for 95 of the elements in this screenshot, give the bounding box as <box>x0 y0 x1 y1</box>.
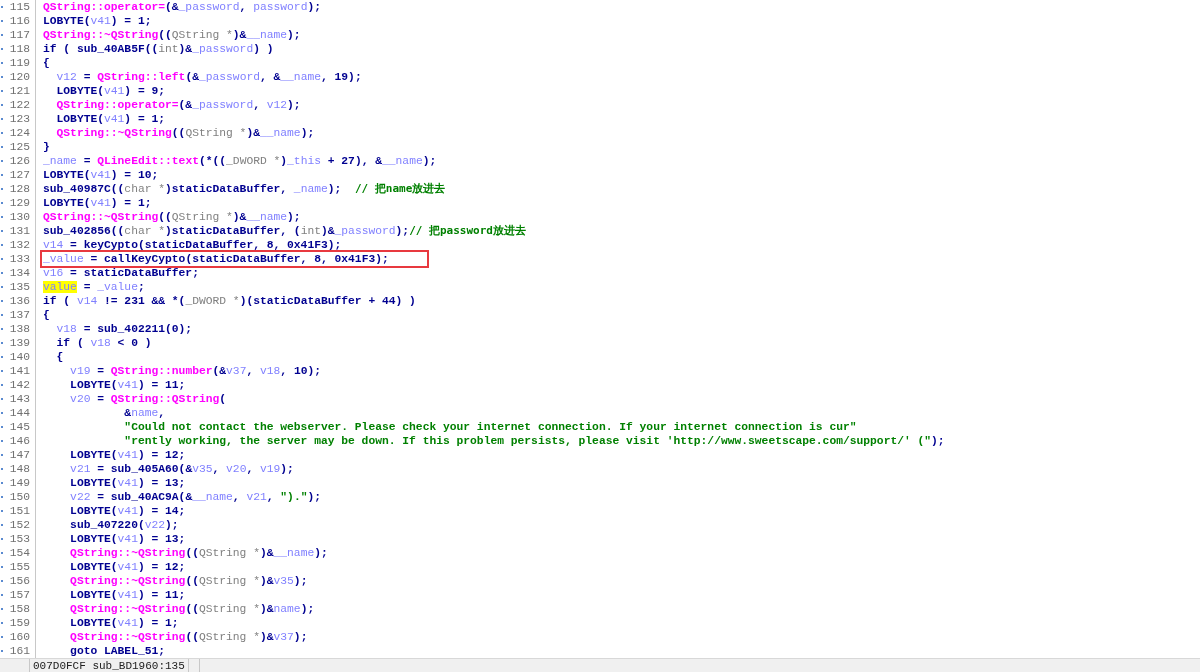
code-line: sub_402856((char *)staticDataBuffer, (int)&_password);// 把password放进去 <box>43 224 526 238</box>
line-number: 149 <box>9 476 31 490</box>
code-line: LOBYTE(v41) = 12; <box>69 448 186 462</box>
code-line: LOBYTE(v41) = 11; <box>69 588 186 602</box>
line-number: 142 <box>9 378 31 392</box>
line-number: 121 <box>9 84 31 98</box>
code-line: v12 = QString::left(&_password, &__name, 19); <box>55 70 362 84</box>
code-line: QString::operator=(&_password, password); <box>43 0 321 14</box>
line-number: 159 <box>9 616 31 630</box>
line-number: 120 <box>9 70 31 84</box>
line-number: 154 <box>9 546 31 560</box>
line-number: 136 <box>9 294 31 308</box>
code-line: LOBYTE(v41) = 12; <box>69 560 186 574</box>
code-line: sub_407220(v22); <box>69 518 179 532</box>
line-number: 133 <box>9 252 31 266</box>
code-line: LOBYTE(v41) = 1; <box>43 14 152 28</box>
code-line: v20 = QString::QString( <box>69 392 227 406</box>
line-number: 147 <box>9 448 31 462</box>
code-line: QString::operator=(&_password, v12); <box>55 98 301 112</box>
line-number: 150 <box>9 490 31 504</box>
code-line: LOBYTE(v41) = 14; <box>69 504 186 518</box>
code-line: LOBYTE(v41) = 10; <box>43 168 159 182</box>
line-number: 123 <box>9 112 31 126</box>
line-number: 135 <box>9 280 31 294</box>
code-line: v21 = sub_405A60(&v35, v20, v19); <box>69 462 294 476</box>
code-line: v16 = staticDataBuffer; <box>43 266 199 280</box>
line-number: 124 <box>9 126 31 140</box>
line-number: 140 <box>9 350 31 364</box>
line-number: 146 <box>9 434 31 448</box>
code-line: if ( v14 != 231 && *(_DWORD *)(staticDataBuffer + 44) ) <box>43 294 416 308</box>
code-line: QString::~QString((QString *)&__name); <box>43 210 301 224</box>
code-line: QString::~QString((QString *)&v35); <box>69 574 308 588</box>
line-number: 137 <box>9 308 31 322</box>
line-number: 127 <box>9 168 31 182</box>
line-number: 126 <box>9 154 31 168</box>
code-line: } <box>43 140 50 154</box>
line-number: 132 <box>9 238 31 252</box>
line-number: 143 <box>9 392 31 406</box>
line-number: 141 <box>9 364 31 378</box>
line-number: 116 <box>9 14 31 28</box>
code-line: if ( sub_40AB5F((int)&_password) ) <box>43 42 274 56</box>
line-number: 148 <box>9 462 31 476</box>
line-number: 131 <box>9 224 31 238</box>
code-line: QString::~QString((QString *)&name); <box>69 602 315 616</box>
code-line: LOBYTE(v41) = 9; <box>55 84 166 98</box>
line-number: 158 <box>9 602 31 616</box>
line-number: 151 <box>9 504 31 518</box>
code-line: if ( v18 < 0 ) <box>55 336 152 350</box>
code-line: sub_40987C((char *)staticDataBuffer, _name); // 把name放进去 <box>43 182 446 196</box>
code-line: QString::~QString((QString *)&__name); <box>43 28 301 42</box>
line-number: 129 <box>9 196 31 210</box>
status-location: 007D0FCF sub_BD1960:135 <box>29 659 189 672</box>
line-number: 125 <box>9 140 31 154</box>
line-number: 117 <box>9 28 31 42</box>
line-number: 160 <box>9 630 31 644</box>
code-line: goto LABEL_51; <box>69 644 166 658</box>
code-line: { <box>43 308 50 322</box>
line-number: 118 <box>9 42 31 56</box>
code-line: QString::~QString((QString *)&__name); <box>69 546 328 560</box>
line-number: 153 <box>9 532 31 546</box>
code-line: v18 = sub_402211(0); <box>55 322 193 336</box>
code-line: v22 = sub_40AC9A(&__name, v21, ")."); <box>69 490 321 504</box>
code-line: "rently working, the server may be down. If this problem persists, please visit 'http://www.sweetscape.com/support/' ("); <box>123 434 945 448</box>
code-line: v19 = QString::number(&v37, v18, 10); <box>69 364 321 378</box>
code-line: v14 = keyCypto(staticDataBuffer, 8, 0x41F3); <box>43 238 342 252</box>
line-number: 152 <box>9 518 31 532</box>
code-line: LOBYTE(v41) = 13; <box>69 476 186 490</box>
line-number: 138 <box>9 322 31 336</box>
code-line: "Could not contact the webserver. Please check your internet connection. If your internet connection is cur" <box>123 420 857 434</box>
code-line: LOBYTE(v41) = 1; <box>43 196 152 210</box>
line-number: 122 <box>9 98 31 112</box>
line-number: 115 <box>9 0 31 14</box>
line-number: 157 <box>9 588 31 602</box>
line-number: 155 <box>9 560 31 574</box>
code-line: { <box>43 56 50 70</box>
code-line: _name = QLineEdit::text(*((_DWORD *)_this + 27), &__name); <box>43 154 437 168</box>
boxed-code-line: _value = callKeyCypto(staticDataBuffer, 8, 0x41F3); <box>42 252 427 266</box>
line-number: 119 <box>9 56 31 70</box>
line-number: 156 <box>9 574 31 588</box>
code-line: { <box>55 350 64 364</box>
code-line: QString::~QString((QString *)&__name); <box>55 126 315 140</box>
line-number: 161 <box>9 644 31 658</box>
code-line: LOBYTE(v41) = 1; <box>55 112 166 126</box>
code-line: QString::~QString((QString *)&v37); <box>69 630 308 644</box>
code-line: LOBYTE(v41) = 11; <box>69 378 186 392</box>
code-line: LOBYTE(v41) = 13; <box>69 532 186 546</box>
code-line: LOBYTE(v41) = 1; <box>69 616 179 630</box>
line-number: 144 <box>9 406 31 420</box>
line-number: 134 <box>9 266 31 280</box>
line-number: 139 <box>9 336 31 350</box>
line-number: 130 <box>9 210 31 224</box>
line-number: 145 <box>9 420 31 434</box>
code-line: value = _value; <box>43 280 145 294</box>
line-number: 128 <box>9 182 31 196</box>
code-line: &name, <box>123 406 166 420</box>
